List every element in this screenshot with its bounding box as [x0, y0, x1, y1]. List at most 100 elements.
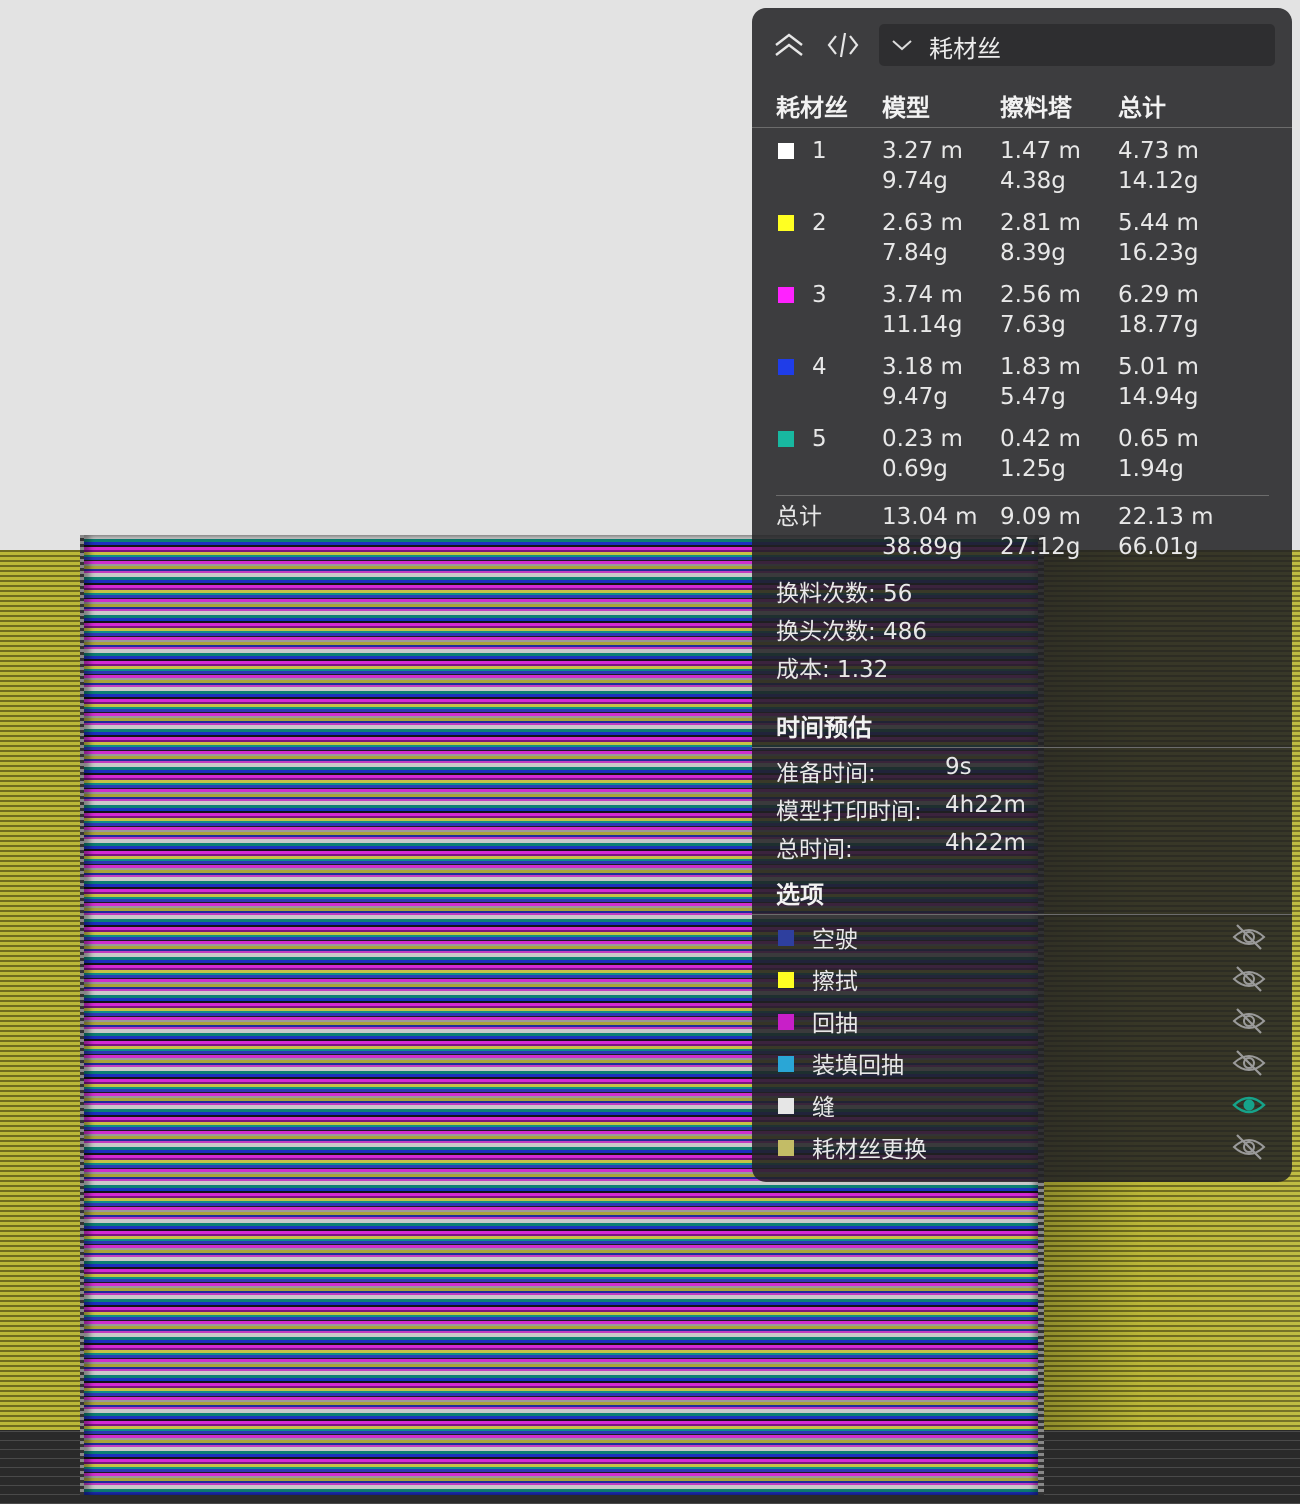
- filament-id: 2: [812, 210, 827, 236]
- eye-off-icon[interactable]: [1232, 964, 1266, 994]
- option-row[interactable]: 缝: [752, 1086, 1292, 1126]
- tower-usage-cell: 2.81 m 8.39g: [1000, 208, 1081, 268]
- model-length: 2.63 m: [882, 210, 963, 236]
- model-usage-cell: 3.27 m 9.74g: [882, 136, 963, 196]
- view-type-value: 耗材丝: [929, 35, 1001, 63]
- table-total-row: 总计 13.04 m 38.89g 9.09 m 27.12g 22.13 m …: [752, 502, 1292, 562]
- header-divider: [752, 127, 1292, 128]
- filament-id: 1: [812, 138, 827, 164]
- model-print-time-value: 4h22m: [945, 792, 1026, 818]
- total-total-cell: 22.13 m 66.01g: [1118, 502, 1214, 562]
- filament-row: 2 2.63 m 7.84g 2.81 m 8.39g 5.44 m 16.23g: [752, 208, 1292, 268]
- tower-usage-cell: 2.56 m 7.63g: [1000, 280, 1081, 340]
- tower-length: 2.56 m: [1000, 282, 1081, 308]
- total-tower-cell: 9.09 m 27.12g: [1000, 502, 1081, 562]
- model-weight: 7.84g: [882, 240, 948, 266]
- col-header-tower: 擦料塔: [1000, 94, 1072, 122]
- model-weight: 9.74g: [882, 168, 948, 194]
- filament-id: 5: [812, 426, 827, 452]
- filament-row: 5 0.23 m 0.69g 0.42 m 1.25g 0.65 m 1.94g: [752, 424, 1292, 484]
- total-label: 总计: [776, 504, 822, 530]
- total-divider: [776, 495, 1269, 496]
- total-model-cell: 13.04 m 38.89g: [882, 502, 978, 562]
- total-length: 6.29 m: [1118, 282, 1199, 308]
- filament-id: 3: [812, 282, 827, 308]
- option-label: 缝: [812, 1095, 835, 1121]
- model-weight: 9.47g: [882, 384, 948, 410]
- collapse-chevrons-icon[interactable]: [772, 28, 806, 62]
- option-label: 耗材丝更换: [812, 1137, 927, 1163]
- model-usage-cell: 3.18 m 9.47g: [882, 352, 963, 412]
- filament-color-swatch: [778, 431, 794, 447]
- eye-off-icon[interactable]: [1232, 922, 1266, 952]
- model-weight: 11.14g: [882, 312, 963, 338]
- total-length: 4.73 m: [1118, 138, 1199, 164]
- eye-icon[interactable]: [1232, 1090, 1266, 1120]
- model-length: 0.23 m: [882, 426, 963, 452]
- grand-total-weight: 66.01g: [1118, 534, 1199, 560]
- time-estimate-title: 时间预估: [776, 714, 872, 742]
- model-length: 3.27 m: [882, 138, 963, 164]
- filament-color-swatch: [778, 215, 794, 231]
- option-label: 擦拭: [812, 969, 858, 995]
- filament-color-swatch: [778, 143, 794, 159]
- filament-color-swatch: [778, 287, 794, 303]
- total-usage-cell: 5.44 m 16.23g: [1118, 208, 1199, 268]
- total-usage-cell: 4.73 m 14.12g: [1118, 136, 1199, 196]
- total-length: 5.01 m: [1118, 354, 1199, 380]
- total-length: 5.44 m: [1118, 210, 1199, 236]
- option-label: 装填回抽: [812, 1053, 904, 1079]
- code-brackets-icon[interactable]: [826, 28, 860, 62]
- total-usage-cell: 6.29 m 18.77g: [1118, 280, 1199, 340]
- model-usage-cell: 0.23 m 0.69g: [882, 424, 963, 484]
- total-tower-weight: 27.12g: [1000, 534, 1081, 560]
- total-usage-cell: 5.01 m 14.94g: [1118, 352, 1199, 412]
- option-label: 回抽: [812, 1011, 858, 1037]
- model-length: 3.18 m: [882, 354, 963, 380]
- eye-off-icon[interactable]: [1232, 1132, 1266, 1162]
- option-row[interactable]: 装填回抽: [752, 1044, 1292, 1084]
- model-print-time-label: 模型打印时间:: [776, 799, 922, 825]
- options-title: 选项: [776, 881, 824, 909]
- total-usage-cell: 0.65 m 1.94g: [1118, 424, 1199, 484]
- filament-id: 4: [812, 354, 827, 380]
- total-length: 0.65 m: [1118, 426, 1199, 452]
- option-label: 空驶: [812, 927, 858, 953]
- view-type-select[interactable]: 耗材丝: [879, 24, 1275, 66]
- total-tower-length: 9.09 m: [1000, 504, 1081, 530]
- tower-weight: 1.25g: [1000, 456, 1066, 482]
- option-row[interactable]: 空驶: [752, 918, 1292, 958]
- model-usage-cell: 2.63 m 7.84g: [882, 208, 963, 268]
- tower-usage-cell: 0.42 m 1.25g: [1000, 424, 1081, 484]
- total-model-weight: 38.89g: [882, 534, 963, 560]
- prep-time-label: 准备时间:: [776, 761, 876, 787]
- option-color-swatch: [778, 930, 794, 946]
- option-row[interactable]: 回抽: [752, 1002, 1292, 1042]
- option-color-swatch: [778, 972, 794, 988]
- total-time-label: 总时间:: [776, 837, 853, 863]
- total-weight: 14.12g: [1118, 168, 1199, 194]
- total-time-value: 4h22m: [945, 830, 1026, 856]
- total-weight: 18.77g: [1118, 312, 1199, 338]
- eye-off-icon[interactable]: [1232, 1006, 1266, 1036]
- total-weight: 1.94g: [1118, 456, 1184, 482]
- tower-length: 1.47 m: [1000, 138, 1081, 164]
- cost-value: 成本: 1.32: [776, 657, 889, 683]
- slice-statistics-panel: 耗材丝 耗材丝 模型 擦料塔 总计 1 3.27 m 9.74g 1.47 m 4.38…: [752, 8, 1292, 1182]
- filament-row: 4 3.18 m 9.47g 1.83 m 5.47g 5.01 m 14.94g: [752, 352, 1292, 412]
- time-divider: [752, 747, 1292, 748]
- option-color-swatch: [778, 1056, 794, 1072]
- filament-row: 3 3.74 m 11.14g 2.56 m 7.63g 6.29 m 18.77g: [752, 280, 1292, 340]
- model-weight: 0.69g: [882, 456, 948, 482]
- filament-color-swatch: [778, 359, 794, 375]
- tower-weight: 5.47g: [1000, 384, 1066, 410]
- option-row[interactable]: 耗材丝更换: [752, 1128, 1292, 1168]
- eye-off-icon[interactable]: [1232, 1048, 1266, 1078]
- tower-weight: 7.63g: [1000, 312, 1066, 338]
- option-row[interactable]: 擦拭: [752, 960, 1292, 1000]
- col-header-model: 模型: [882, 94, 930, 122]
- col-header-total: 总计: [1118, 94, 1166, 122]
- tower-usage-cell: 1.47 m 4.38g: [1000, 136, 1081, 196]
- model-usage-cell: 3.74 m 11.14g: [882, 280, 963, 340]
- filament-row: 1 3.27 m 9.74g 1.47 m 4.38g 4.73 m 14.12g: [752, 136, 1292, 196]
